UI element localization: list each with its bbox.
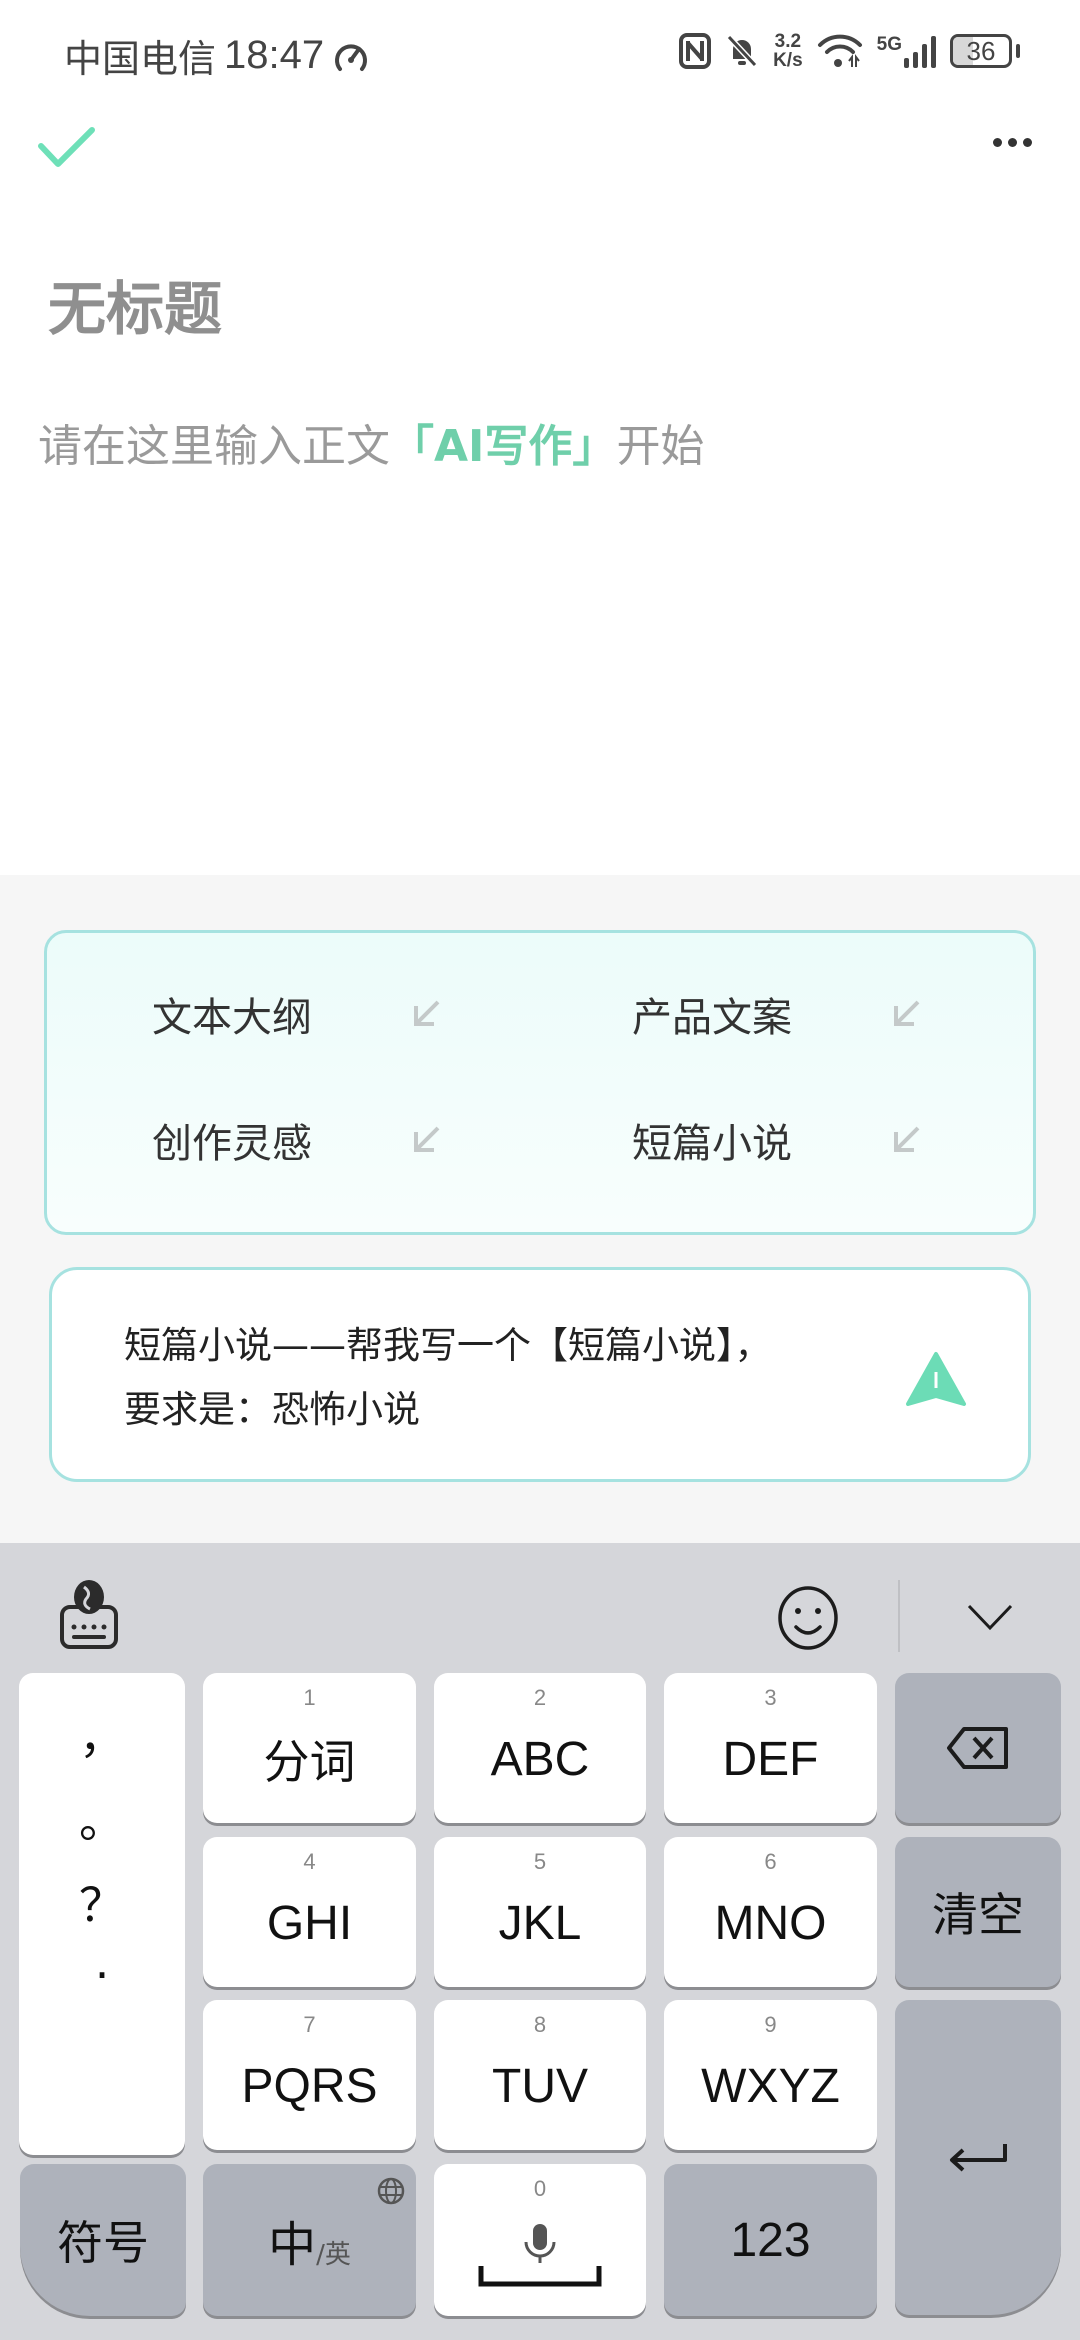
prompt-label: 产品文案 <box>632 995 792 1041</box>
backspace-icon <box>947 1727 1008 1769</box>
keyboard: ， 。 ？ · 1 分词 2 ABC 3 DEF 4 GHI 5 JKL 6 M… <box>0 1543 1080 2340</box>
signal-icon: 5G <box>877 34 936 68</box>
key-label: TUV <box>492 2059 588 2113</box>
clear-button[interactable]: 清空 <box>895 1837 1061 1987</box>
punct-period[interactable]: 。 <box>19 1785 185 1851</box>
key-number: 0 <box>533 2176 547 2201</box>
lang-main-label: 中 <box>268 2217 317 2273</box>
key-4-ghi[interactable]: 4 GHI <box>203 1837 416 1987</box>
key-label: MNO <box>714 1896 827 1950</box>
title-input[interactable]: 无标题 <box>48 262 222 346</box>
battery-tip <box>1016 44 1020 58</box>
clear-label: 清空 <box>932 1888 1024 1942</box>
key-number: 7 <box>303 2012 316 2037</box>
net-speed-unit: K/s <box>773 50 803 71</box>
prompt-item-outline[interactable]: 文本大纲 <box>152 985 444 1043</box>
punct-dot[interactable]: · <box>19 1948 185 2002</box>
prompt-label: 创作灵感 <box>152 1121 312 1167</box>
ai-prompt-input[interactable]: 短篇小说——帮我写一个【短篇小说】，要求是：恐怖小说 <box>49 1267 1031 1482</box>
status-left: 中国电信 18:47 <box>64 28 370 83</box>
nfc-icon <box>679 33 712 69</box>
key-6-mno[interactable]: 6 MNO <box>664 1837 877 1987</box>
key-1-segment[interactable]: 1 分词 <box>203 1673 416 1823</box>
wifi-icon <box>817 34 862 67</box>
battery-icon: 36 <box>950 34 1012 68</box>
arrow-down-left-icon <box>894 1126 920 1152</box>
net-speed-value: 3.2 <box>774 31 802 52</box>
lang-sub-label: /英 <box>316 2240 351 2270</box>
backspace-button[interactable] <box>895 1673 1061 1823</box>
chevron-down-icon[interactable] <box>966 1603 1014 1631</box>
symbols-label: 符号 <box>57 2216 149 2270</box>
symbols-button[interactable]: 符号 <box>20 2164 186 2316</box>
key-number: 9 <box>764 2012 777 2037</box>
arrow-down-left-icon <box>414 1000 440 1026</box>
key-number: 3 <box>764 1685 777 1710</box>
emoji-icon[interactable] <box>776 1585 840 1651</box>
key-5-jkl[interactable]: 5 JKL <box>434 1837 646 1987</box>
keyboard-globe-icon[interactable] <box>58 1579 120 1651</box>
key-8-tuv[interactable]: 8 TUV <box>434 2000 646 2150</box>
globe-icon <box>377 2177 405 2205</box>
key-9-wxyz[interactable]: 9 WXYZ <box>664 2000 877 2150</box>
key-label: 分词 <box>263 1735 356 1789</box>
key-number: 6 <box>764 1849 777 1874</box>
clock: 18:47 <box>224 33 325 77</box>
prompt-item-inspiration[interactable]: 创作灵感 <box>152 1111 444 1169</box>
enter-button[interactable] <box>895 2000 1061 2315</box>
speed-gauge-icon <box>335 43 368 71</box>
key-3-def[interactable]: 3 DEF <box>664 1673 877 1823</box>
prompt-template-grid: 文本大纲 产品文案 创作灵感 短篇小说 <box>44 930 1036 1235</box>
network-type: 5G <box>876 34 902 55</box>
key-label: GHI <box>266 1896 353 1950</box>
prompt-label: 文本大纲 <box>152 995 312 1041</box>
prompt-label: 短篇小说 <box>632 1121 792 1167</box>
numbers-button[interactable]: 123 <box>664 2164 877 2316</box>
space-icon <box>478 2266 602 2287</box>
prompt-item-product-copy[interactable]: 产品文案 <box>632 985 924 1043</box>
prompt-item-short-story[interactable]: 短篇小说 <box>632 1111 924 1169</box>
network-speed: 3.2 K/s <box>773 32 803 70</box>
key-number: 4 <box>303 1849 316 1874</box>
toolbar-divider <box>898 1580 900 1652</box>
body-placeholder-prefix: 请在这里输入正文 <box>38 421 390 472</box>
prompt-text[interactable]: 短篇小说——帮我写一个【短篇小说】，要求是：恐怖小说 <box>124 1314 784 1442</box>
arrow-down-left-icon <box>414 1126 440 1152</box>
body-input[interactable]: 请在这里输入正文「AI写作」开始 <box>38 410 704 474</box>
battery-level: 36 <box>966 35 996 66</box>
send-icon[interactable] <box>904 1350 968 1410</box>
key-number: 1 <box>303 1685 316 1710</box>
punct-question[interactable]: ？ <box>19 1869 185 1935</box>
key-number: 8 <box>533 2012 547 2037</box>
status-right: 3.2 K/s 5G 36 <box>679 32 1020 70</box>
enter-icon <box>950 2143 1007 2171</box>
key-label: DEF <box>722 1732 819 1786</box>
key-label: JKL <box>498 1896 582 1950</box>
punctuation-column[interactable]: ， 。 ？ · <box>19 1673 185 2155</box>
carrier-label: 中国电信 <box>64 37 217 81</box>
key-2-abc[interactable]: 2 ABC <box>434 1673 646 1823</box>
key-label: WXYZ <box>701 2059 840 2113</box>
status-bar: 中国电信 18:47 3.2 K/s 5G 36 <box>0 0 1080 105</box>
more-dots-icon[interactable] <box>993 138 1032 147</box>
check-icon[interactable] <box>36 124 100 178</box>
mic-icon <box>524 2224 556 2263</box>
space-button[interactable]: 0 <box>434 2164 646 2316</box>
key-number: 5 <box>533 1849 547 1874</box>
lang-switch-button[interactable]: 中 /英 <box>203 2164 416 2316</box>
key-label: PQRS <box>241 2059 378 2113</box>
keyboard-toolbar <box>0 1543 1080 1673</box>
bell-muted-icon <box>726 34 758 68</box>
key-number: 2 <box>533 1685 547 1710</box>
arrow-down-left-icon <box>894 1000 920 1026</box>
key-7-pqrs[interactable]: 7 PQRS <box>203 2000 416 2150</box>
numbers-label: 123 <box>730 2213 811 2267</box>
body-placeholder-suffix: 开始 <box>616 421 705 472</box>
punct-comma[interactable]: ， <box>19 1701 185 1767</box>
ai-writing-link[interactable]: 「AI写作」 <box>390 421 616 472</box>
key-label: ABC <box>490 1732 590 1786</box>
